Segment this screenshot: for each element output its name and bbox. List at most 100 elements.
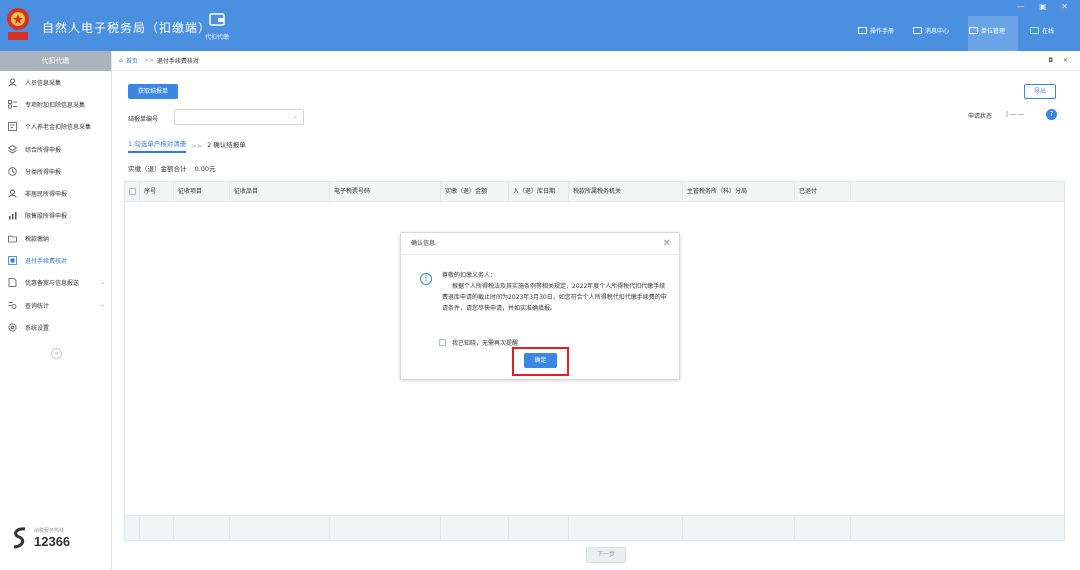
hotline-label: 纳税服务热线 [34,528,65,534]
sidebar-item[interactable]: 个人养老金扣除信息采集 [0,116,111,138]
sidebar-item[interactable]: 分类所得申报 [0,160,111,182]
col-competent-office: 主管税务所（科）分局 [683,182,795,201]
manual-label: 操作手册 [870,28,895,35]
next-step-button[interactable]: 下一步 [586,547,626,563]
dialog-greeting: 尊敬的扣缴义务人： [442,272,497,279]
sidebar-item[interactable]: 系统设置 [0,316,111,338]
gear-icon [8,323,17,332]
sidebar-title: 代扣代缴 [0,51,111,71]
sidebar-item[interactable]: 专项附加扣除信息采集 [0,93,111,115]
dialog-body: 根据个人所得税法及其实施条例等相关规定，2022年度个人所得税代扣代缴手续费退库… [442,283,667,312]
message-center-label: 消息中心 [925,28,950,35]
document-icon [8,256,17,265]
fetch-settlement-button[interactable]: 获取结报单 [128,84,178,99]
select-all-checkbox[interactable] [129,188,136,195]
message-center-link[interactable]: 消息中心 [913,26,949,35]
layers-icon [7,144,18,154]
total-amount: 实缴（退）金额合计 0.00元 [128,163,216,173]
status-label: 申请状态 [968,113,993,120]
dialog-title: 确认信息 [411,240,436,247]
hotline-number: 12366 [34,534,71,549]
sidebar-item[interactable]: 优惠备案与信息报送 ⌄ [0,272,111,294]
step-2[interactable]: 2 确认结报单 [207,139,246,152]
col-levy-category: 征收品目 [230,182,330,201]
manual-link[interactable]: 操作手册 [858,26,894,35]
sidebar-item-label: 税款缴纳 [25,235,50,243]
sidebar-item[interactable]: 限售股所得申报 [0,205,111,227]
unit-management-link[interactable]: 单位管理 [969,26,1005,35]
sidebar-item-label: 退付手续费核对 [25,258,68,266]
sidebar-item[interactable]: 退付手续费核对 [0,249,111,271]
wallet-icon [209,13,225,26]
sidebar-item-label: 人员信息采集 [25,79,62,87]
monitor-icon [1030,27,1039,34]
folder-icon [8,234,17,243]
step-arrow: >> [191,141,203,150]
sidebar-item-label: 优惠备案与信息报送 [25,280,80,288]
search-list-icon [8,301,17,310]
highlight-annotation [512,347,569,376]
mail-icon [913,27,922,34]
online-label: 在线 [1042,28,1055,35]
step-indicator: 1 勾选单户核对清册 >> 2 确认结报单 [128,138,246,153]
dont-remind-checkbox[interactable] [439,339,446,346]
col-treasury-date: 入（退）库日期 [509,182,569,201]
total-value: 0.00元 [194,165,216,173]
chevron-down-icon: ⌄ [292,113,298,120]
col-paid-amount: 实缴（退）金额 [441,182,509,201]
dont-remind-option[interactable]: 我已知晓，无需再次提醒 [439,338,518,347]
sidebar-item-label: 系统设置 [25,324,50,332]
help-icon[interactable]: ? [1046,109,1057,120]
sidebar-item-label: 个人养老金扣除信息采集 [25,124,92,132]
info-icon: i [420,273,432,285]
export-button[interactable]: 导出 [1024,84,1056,99]
module-label: 代扣代缴 [204,34,229,41]
breadcrumb-home[interactable]: 首页 [126,56,138,65]
tax-emblem-icon [7,8,29,40]
col-tax-authority: 税款所属税务机关 [569,182,683,201]
settlement-no-select[interactable]: ⌄ [174,109,304,125]
col-levy-item: 征收项目 [174,182,230,201]
person-icon [8,189,17,198]
step-1[interactable]: 1 勾选单户核对清册 [128,138,187,153]
book-icon [858,27,867,34]
sidebar-item[interactable]: 综合所得申报 [0,138,111,160]
col-index: 序号 [140,182,174,201]
bar-chart-icon [8,211,17,220]
close-icon[interactable]: ✕ [663,233,671,255]
sidebar-item-label: 分类所得申报 [25,168,62,176]
sidebar-item[interactable]: 查询统计 ⌄ [0,294,111,316]
app-header: 自然人电子税务局（扣缴端） 代扣代缴 — ▣ ✕ 操作手册 消息中心 单位管理 … [0,0,1080,51]
dialog-header: 确认信息 ✕ [401,233,679,255]
pension-icon [8,122,17,132]
window-controls[interactable]: — ▣ ✕ [1017,2,1074,11]
clock-icon [8,167,17,176]
chevron-down-icon: ⌄ [99,278,105,286]
col-tax-ticket-no: 电子税票号码 [330,182,441,201]
file-icon [8,278,17,288]
breadcrumb-current: 退付手续费核对 [156,58,199,65]
online-service-link[interactable]: 在线 [1030,26,1054,35]
hotline-logo-icon [13,527,26,549]
person-icon [8,78,17,87]
table-footer [125,515,1064,540]
sidebar-item-label: 限售股所得申报 [25,213,68,221]
select-all-cell [125,182,140,201]
collapse-sidebar-button[interactable]: « [51,348,62,359]
tab-controls[interactable]: ◘ ✕ [1048,57,1072,64]
list-icon [8,100,17,109]
hotline: 纳税服务热线 12366 [10,526,70,550]
home-icon[interactable]: ⌂ [119,57,123,64]
sidebar-menu: 人员信息采集专项附加扣除信息采集个人养老金扣除信息采集 综合所得申报 分类所得申报非… [0,71,111,339]
module-withholding-button[interactable]: 代扣代缴 [198,10,236,48]
dont-remind-label: 我已知晓，无需再次提醒 [452,340,519,347]
sidebar-item[interactable]: 税款缴纳 [0,227,111,249]
sidebar-item-label: 综合所得申报 [25,146,62,154]
settlement-no-label: 结报单编号 [128,116,159,123]
col-refunded: 已退付 [795,182,851,201]
table-header: 序号 征收项目 征收品目 电子税票号码 实缴（退）金额 入（退）库日期 税款所属… [125,182,1064,202]
sidebar-item[interactable]: 人员信息采集 [0,71,111,93]
status-value: | — — [1006,111,1024,118]
sidebar-item[interactable]: 非居民所得申报 [0,182,111,204]
chevron-down-icon: ⌄ [99,300,105,308]
